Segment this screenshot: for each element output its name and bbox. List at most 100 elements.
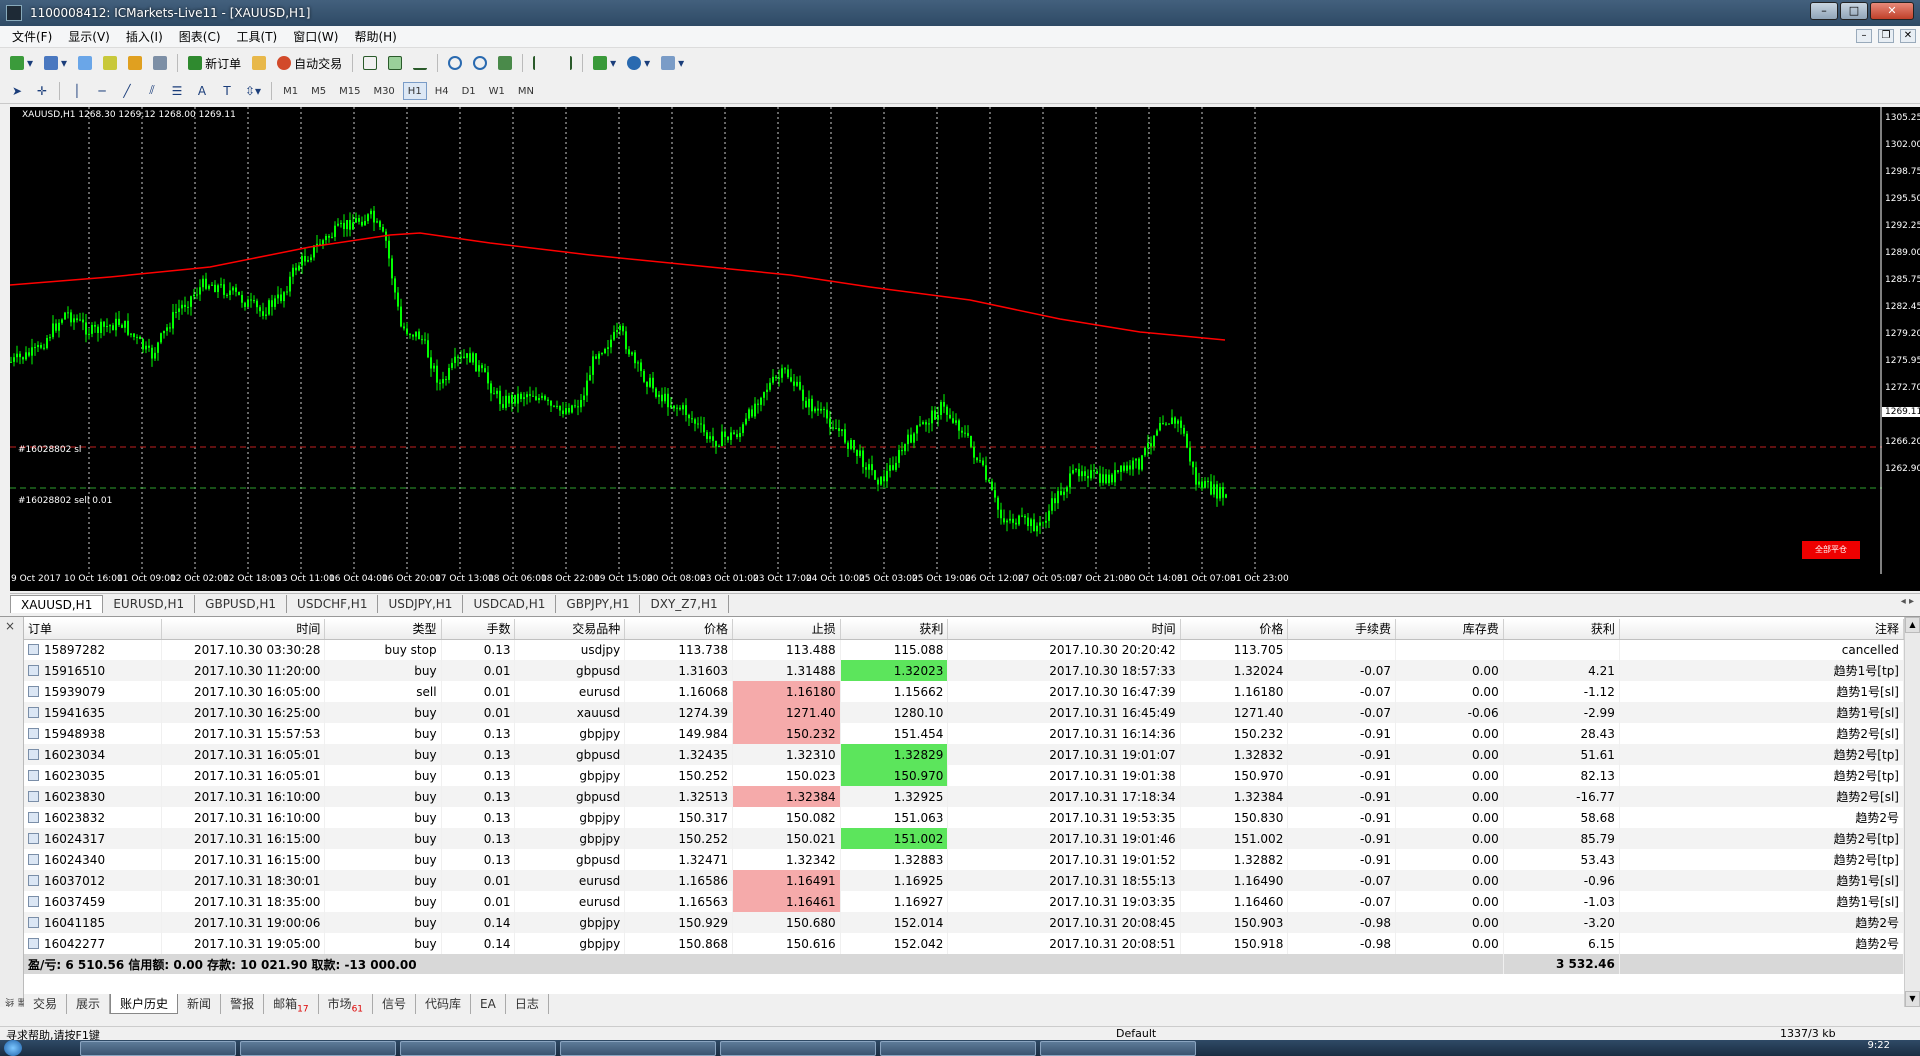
- chart-tab-eurusd[interactable]: EURUSD,H1: [103, 595, 196, 613]
- meta-editor-button[interactable]: [248, 53, 270, 73]
- timeframe-mn[interactable]: MN: [513, 82, 539, 100]
- terminal-tab[interactable]: 代码库: [416, 994, 472, 1014]
- menu-insert[interactable]: 插入(I): [118, 28, 171, 45]
- menu-tools[interactable]: 工具(T): [229, 28, 286, 45]
- chart-tab-gbpusd[interactable]: GBPUSD,H1: [195, 595, 288, 613]
- auto-trade-button[interactable]: 自动交易: [273, 53, 346, 73]
- col-close-price[interactable]: 价格: [1180, 619, 1289, 640]
- col-profit[interactable]: 获利: [1503, 619, 1620, 640]
- menu-charts[interactable]: 图表(C): [171, 28, 229, 45]
- table-row[interactable]: 15916510 2017.10.30 11:20:00 buy 0.01 gbpusd…: [24, 660, 1905, 681]
- close-all-button[interactable]: 全部平仓: [1802, 541, 1860, 559]
- crosshair-tool[interactable]: ✛: [31, 81, 53, 101]
- table-row[interactable]: 16037012 2017.10.31 18:30:01 buy 0.01 eurusd…: [24, 870, 1905, 891]
- bar-chart-button[interactable]: [359, 53, 381, 73]
- terminal-tab[interactable]: 展示: [67, 994, 111, 1014]
- table-row[interactable]: 16024317 2017.10.31 16:15:00 buy 0.13 gbpjpy…: [24, 828, 1905, 849]
- taskbar-item[interactable]: [80, 1041, 236, 1056]
- chart-tab-xauusd[interactable]: XAUUSD,H1: [10, 595, 104, 613]
- mdi-restore-button[interactable]: ❐: [1878, 29, 1894, 43]
- timeframe-w1[interactable]: W1: [484, 82, 510, 100]
- start-button[interactable]: [4, 1040, 22, 1056]
- auto-scroll-button[interactable]: [554, 53, 576, 73]
- col-open-time[interactable]: 时间: [161, 619, 326, 640]
- timeframe-d1[interactable]: D1: [457, 82, 481, 100]
- taskbar-item[interactable]: [240, 1041, 396, 1056]
- col-comment[interactable]: 注释: [1619, 619, 1905, 640]
- terminal-tab[interactable]: 邮箱17: [264, 994, 319, 1014]
- horizontal-line-tool[interactable]: ─: [91, 81, 113, 101]
- terminal-tab[interactable]: 市场61: [319, 994, 374, 1014]
- timeframe-m15[interactable]: M15: [334, 82, 365, 100]
- table-row[interactable]: 16023830 2017.10.31 16:10:00 buy 0.13 gbpusd…: [24, 786, 1905, 807]
- new-order-button[interactable]: 新订单: [184, 53, 245, 73]
- profiles-button[interactable]: ▾: [40, 53, 71, 73]
- table-row[interactable]: 15941635 2017.10.30 16:25:00 buy 0.01 xauusd…: [24, 702, 1905, 723]
- table-row[interactable]: 16023832 2017.10.31 16:10:00 buy 0.13 gbpjpy…: [24, 807, 1905, 828]
- timeframe-m1[interactable]: M1: [278, 82, 303, 100]
- table-row[interactable]: 16037459 2017.10.31 18:35:00 buy 0.01 eurusd…: [24, 891, 1905, 912]
- menu-help[interactable]: 帮助(H): [346, 28, 404, 45]
- col-commission[interactable]: 手续费: [1287, 619, 1397, 640]
- table-row[interactable]: 16023035 2017.10.31 16:05:01 buy 0.13 gbpjpy…: [24, 765, 1905, 786]
- col-type[interactable]: 类型: [324, 619, 442, 640]
- scroll-up-arrow[interactable]: ▲: [1905, 617, 1920, 633]
- trendline-tool[interactable]: ╱: [116, 81, 138, 101]
- col-swap[interactable]: 库存费: [1395, 619, 1504, 640]
- arrows-tool[interactable]: ⇳▾: [241, 81, 265, 101]
- candlestick-button[interactable]: [384, 53, 406, 73]
- market-watch-button[interactable]: [74, 53, 96, 73]
- terminal-button[interactable]: [124, 53, 146, 73]
- timeframe-m5[interactable]: M5: [306, 82, 331, 100]
- line-chart-button[interactable]: [409, 53, 431, 73]
- table-row[interactable]: 16041185 2017.10.31 19:00:06 buy 0.14 gbpjpy…: [24, 912, 1905, 933]
- text-tool[interactable]: A: [191, 81, 213, 101]
- timeframe-h4[interactable]: H4: [430, 82, 454, 100]
- chart-shift-button[interactable]: [529, 53, 551, 73]
- zoom-out-button[interactable]: [469, 53, 491, 73]
- col-stop-loss[interactable]: 止损: [732, 619, 841, 640]
- navigator-button[interactable]: [99, 53, 121, 73]
- vertical-line-tool[interactable]: │: [66, 81, 88, 101]
- chart-window[interactable]: XAUUSD,H1 1268.30 1269.12 1268.00 1269.1…: [10, 107, 1920, 591]
- taskbar-item[interactable]: [720, 1041, 876, 1056]
- templates-button[interactable]: ▾: [657, 53, 688, 73]
- tester-button[interactable]: [149, 53, 171, 73]
- col-open-price[interactable]: 价格: [624, 619, 733, 640]
- terminal-tab[interactable]: 警报: [221, 994, 265, 1014]
- channel-tool[interactable]: ⫽: [141, 81, 163, 101]
- menu-window[interactable]: 窗口(W): [285, 28, 346, 45]
- price-chart[interactable]: [10, 107, 1882, 574]
- table-row[interactable]: 15897282 2017.10.30 03:30:28 buy stop 0.13 u…: [24, 639, 1905, 660]
- chart-tab-dxy[interactable]: DXY_Z7,H1: [640, 595, 729, 613]
- timeframe-m30[interactable]: M30: [368, 82, 399, 100]
- periods-button[interactable]: ▾: [623, 53, 654, 73]
- indicators-button[interactable]: ▾: [589, 53, 620, 73]
- menu-view[interactable]: 显示(V): [60, 28, 118, 45]
- col-symbol[interactable]: 交易品种: [514, 619, 626, 640]
- terminal-tab[interactable]: 账户历史: [110, 994, 179, 1014]
- close-button[interactable]: ✕: [1870, 2, 1914, 20]
- col-lots[interactable]: 手数: [441, 619, 516, 640]
- table-row[interactable]: 16024340 2017.10.31 16:15:00 buy 0.13 gbpusd…: [24, 849, 1905, 870]
- terminal-scrollbar[interactable]: ▲ ▼: [1904, 617, 1920, 1007]
- text-label-tool[interactable]: T: [216, 81, 238, 101]
- minimize-button[interactable]: –: [1810, 2, 1838, 20]
- col-close-time[interactable]: 时间: [947, 619, 1181, 640]
- col-order[interactable]: 订单: [24, 619, 162, 640]
- menu-file[interactable]: 文件(F): [4, 28, 60, 45]
- scroll-down-arrow[interactable]: ▼: [1905, 991, 1920, 1007]
- table-row[interactable]: 16023034 2017.10.31 16:05:01 buy 0.13 gbpusd…: [24, 744, 1905, 765]
- chart-tab-gbpjpy[interactable]: GBPJPY,H1: [556, 595, 641, 613]
- timeframe-h1[interactable]: H1: [402, 81, 427, 100]
- chart-tab-usdchf[interactable]: USDCHF,H1: [287, 595, 379, 613]
- tab-scroll-arrows[interactable]: ◂ ▸: [1901, 596, 1914, 607]
- terminal-close-icon[interactable]: ×: [5, 619, 15, 633]
- table-row[interactable]: 15939079 2017.10.30 16:05:00 sell 0.01 eurus…: [24, 681, 1905, 702]
- col-take-profit[interactable]: 获利: [840, 619, 949, 640]
- chart-tab-usdjpy[interactable]: USDJPY,H1: [378, 595, 464, 613]
- maximize-button[interactable]: □: [1840, 2, 1868, 20]
- table-row[interactable]: 15948938 2017.10.31 15:57:53 buy 0.13 gbpjpy…: [24, 723, 1905, 744]
- chart-tab-usdcad[interactable]: USDCAD,H1: [463, 595, 557, 613]
- tile-windows-button[interactable]: [494, 53, 516, 73]
